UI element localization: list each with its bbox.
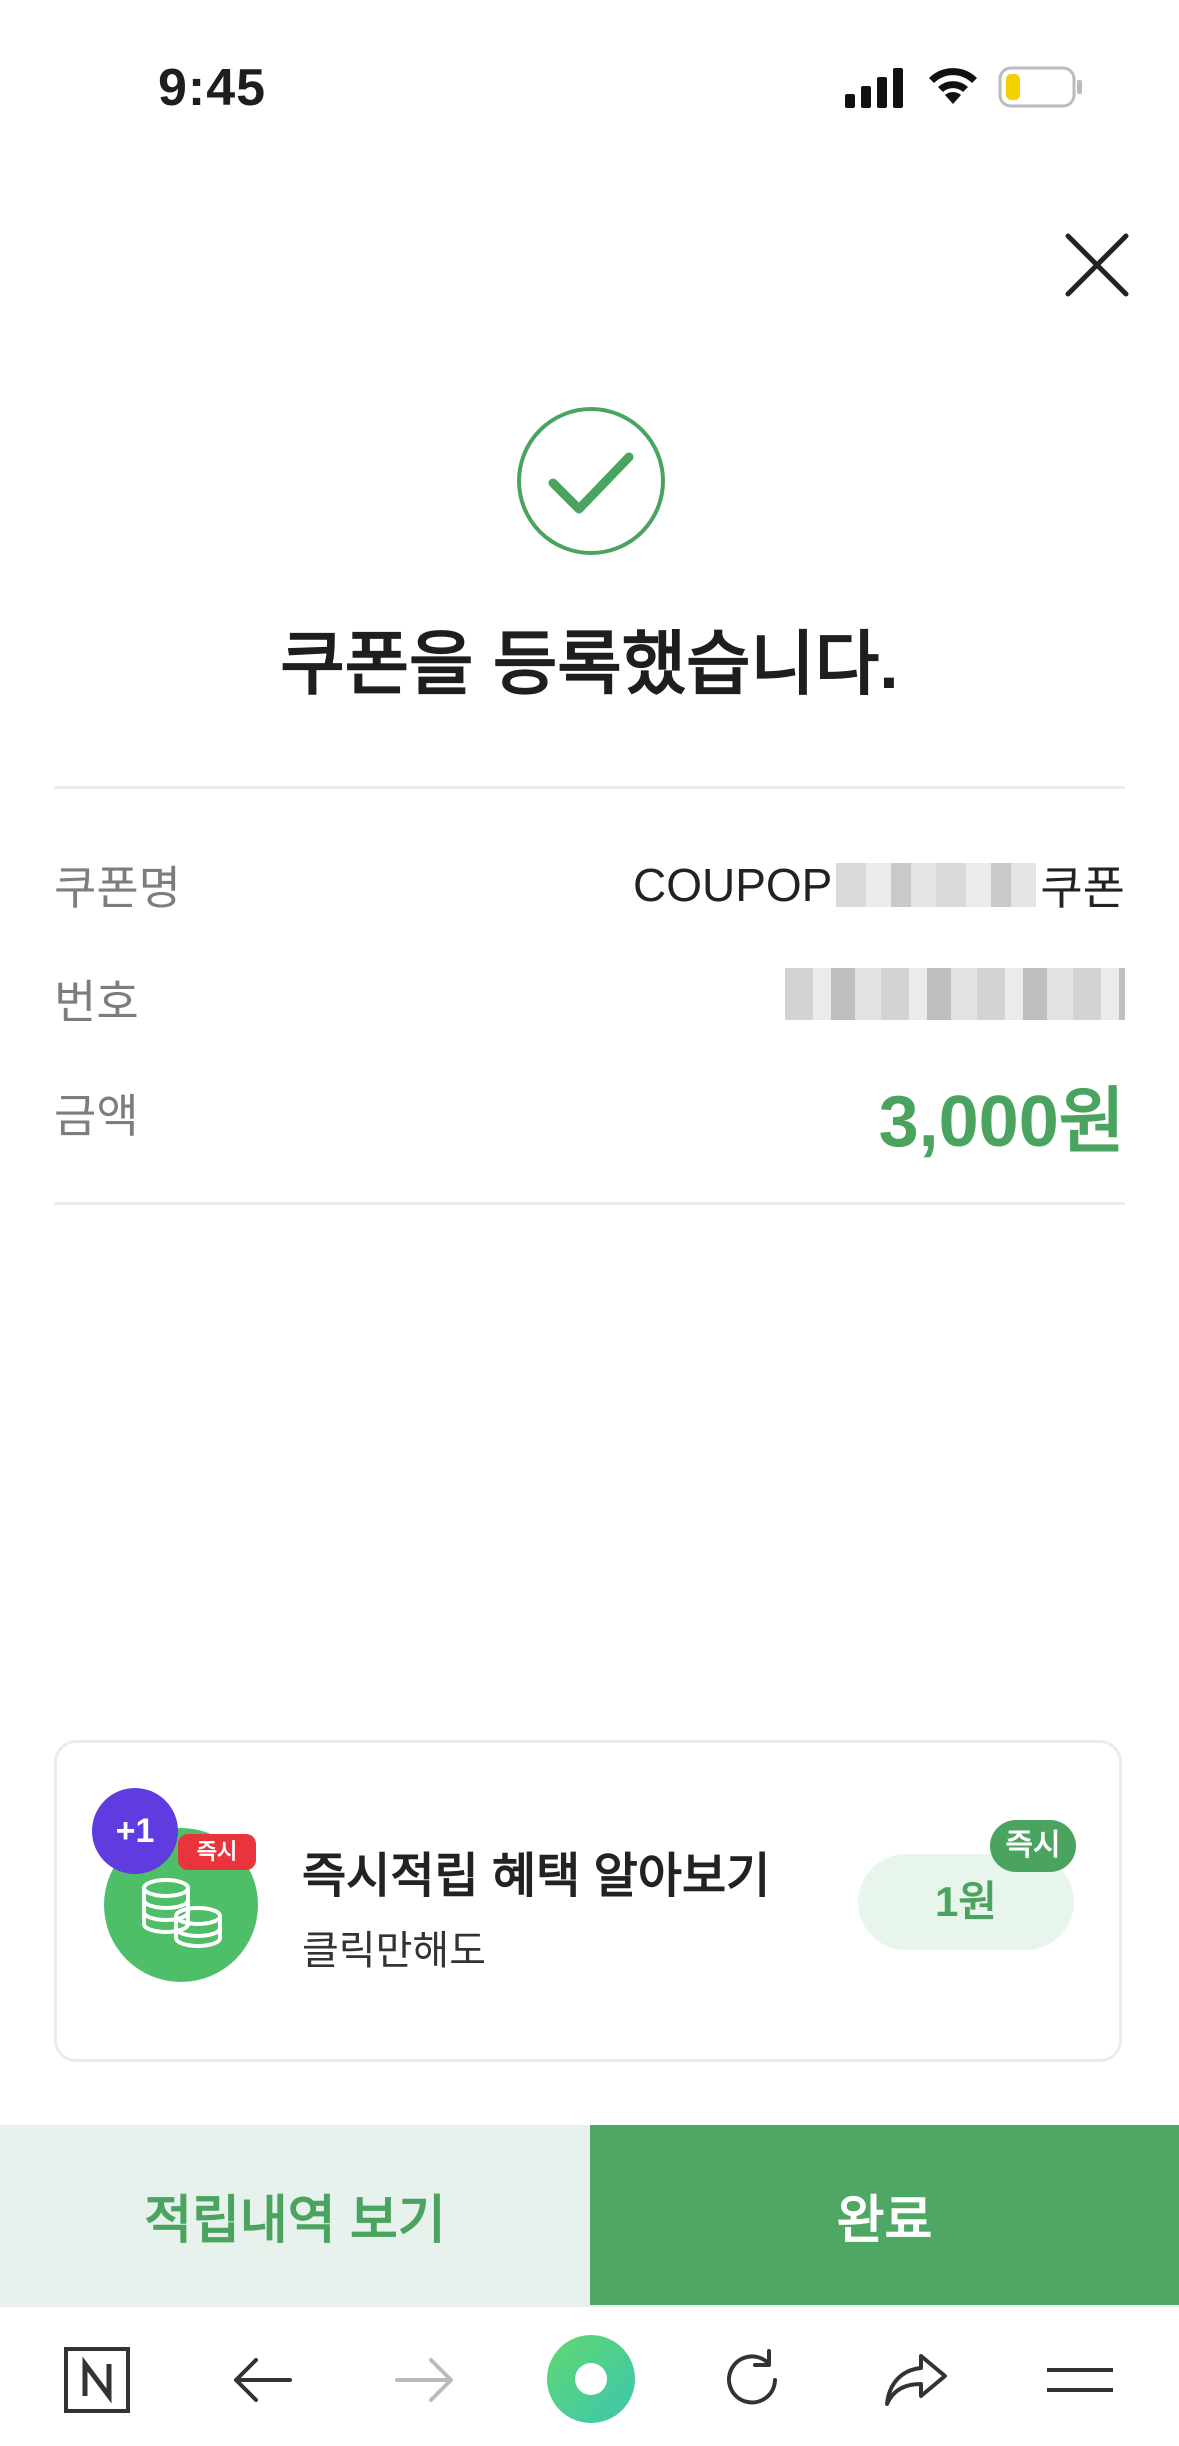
page-title: 쿠폰을 등록했습니다.: [280, 625, 899, 703]
amount-label: 금액: [54, 1090, 139, 1142]
close-icon[interactable]: [1062, 230, 1132, 300]
amount-value: 3,000원: [878, 1082, 1125, 1162]
coupon-name-prefix: COUPOP: [632, 859, 833, 911]
wifi-icon: [929, 68, 977, 104]
signal-icon: [845, 68, 903, 108]
status-time: 9:45: [158, 59, 267, 117]
share-icon[interactable]: [876, 2340, 956, 2420]
plus-one-badge: +1: [92, 1788, 178, 1874]
green-dot-icon[interactable]: [546, 2334, 636, 2424]
done-button[interactable]: 완료: [590, 2125, 1179, 2305]
coupon-name-value: COUPOP 쿠폰: [633, 852, 1125, 918]
top-divider: [54, 786, 1125, 789]
promo-subtitle: 클릭만해도: [302, 1929, 486, 1973]
menu-icon[interactable]: [1040, 2340, 1120, 2420]
coupon-name-label: 쿠폰명: [54, 862, 181, 914]
refresh-icon[interactable]: [712, 2340, 792, 2420]
success-check-icon: [517, 407, 665, 555]
coupon-name-suffix: 쿠폰: [1040, 862, 1125, 914]
redacted-coupon-name: [836, 863, 1037, 907]
forward-arrow-icon[interactable]: [385, 2340, 465, 2420]
naver-home-icon[interactable]: [57, 2340, 137, 2420]
back-arrow-icon[interactable]: [222, 2340, 302, 2420]
reward-instant-badge: 즉시: [990, 1820, 1076, 1872]
view-history-button[interactable]: 적립내역 보기: [0, 2125, 590, 2305]
instant-badge: 즉시: [178, 1834, 256, 1870]
battery-icon: [998, 66, 1082, 108]
promo-title: 즉시적립 혜택 알아보기: [302, 1850, 771, 1903]
bottom-divider: [54, 1202, 1125, 1205]
number-label: 번호: [54, 976, 139, 1028]
redacted-coupon-number: [785, 968, 1125, 1020]
